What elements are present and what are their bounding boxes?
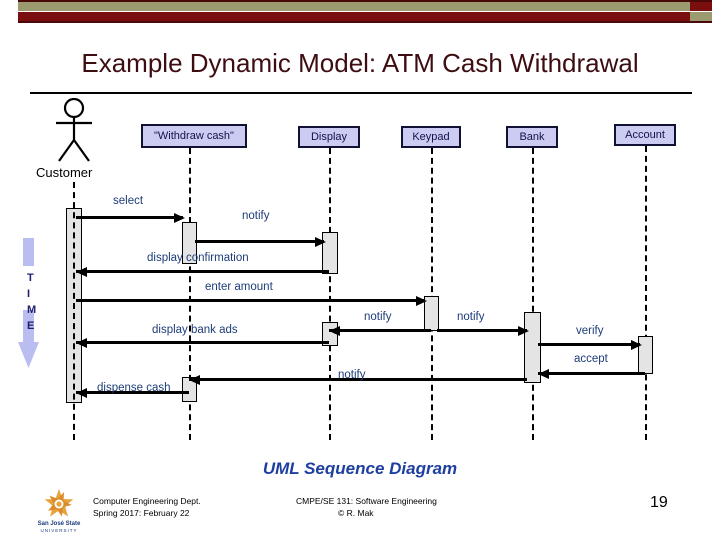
- message-arrowhead-display-bank-ads: [76, 337, 87, 348]
- message-label-display-bank-ads: display bank ads: [152, 324, 238, 336]
- message-label-notify-2: notify: [364, 311, 392, 323]
- object-box-label: "Withdraw cash": [154, 130, 234, 142]
- object-box-keypad[interactable]: Keypad: [401, 126, 461, 148]
- lifeline-keypad: [431, 148, 433, 440]
- message-label-notify-4: notify: [338, 369, 366, 381]
- lifeline-bank: [532, 148, 534, 440]
- object-box-account[interactable]: Account: [614, 124, 676, 146]
- actor-label-customer: Customer: [36, 165, 93, 180]
- object-box-label: Account: [625, 129, 665, 141]
- message-label-notify-1: notify: [242, 210, 270, 222]
- object-box-withdraw-cash[interactable]: "Withdraw cash": [141, 124, 247, 148]
- footer-author: © R. Mak: [338, 508, 374, 518]
- message-arrowhead-notify-1: [315, 236, 326, 247]
- message-line-accept: [538, 372, 645, 375]
- message-arrowhead-enter-amount: [416, 295, 427, 306]
- object-box-label: Bank: [519, 131, 545, 143]
- footer-department: Computer Engineering Dept.: [93, 496, 201, 506]
- message-label-display-confirmation: display confirmation: [147, 252, 249, 264]
- uml-sequence-diagram: Customer "Withdraw cash" Display Keypad Ban…: [0, 0, 720, 470]
- message-label-accept: accept: [574, 353, 608, 365]
- logo-text-secondary: UNIVERSITY: [40, 528, 78, 533]
- message-line-notify-3: [437, 329, 527, 332]
- message-label-select: select: [113, 195, 144, 207]
- message-arrowhead-notify-3: [518, 325, 529, 336]
- message-label-enter-amount: enter amount: [205, 281, 273, 293]
- footer-course: CMPE/SE 131: Software Engineering: [296, 496, 437, 506]
- lifeline-account: [645, 146, 647, 440]
- object-box-label: Display: [310, 131, 348, 143]
- message-arrowhead-accept: [538, 368, 549, 379]
- message-arrowhead-display-confirmation: [76, 266, 87, 277]
- message-arrowhead-verify: [631, 339, 642, 350]
- message-label-verify: verify: [576, 325, 604, 337]
- sjsu-logo-icon: [44, 489, 74, 517]
- message-line-display-bank-ads: [76, 341, 329, 344]
- slide-footer: San José State UNIVERSITY Computer Engin…: [0, 486, 720, 540]
- object-box-label: Keypad: [412, 131, 450, 143]
- time-letter-1: I: [27, 288, 31, 300]
- slide-number: 19: [650, 494, 668, 511]
- message-arrowhead-dispense-cash: [76, 387, 87, 398]
- message-line-notify-2: [329, 329, 431, 332]
- message-line-verify: [538, 343, 640, 346]
- object-box-display[interactable]: Display: [298, 126, 360, 148]
- message-label-notify-3: notify: [457, 311, 485, 323]
- actor-stick-figure-icon: [56, 98, 92, 162]
- object-box-bank[interactable]: Bank: [506, 126, 558, 148]
- diagram-caption: UML Sequence Diagram: [262, 459, 458, 478]
- footer-date: Spring 2017: February 22: [93, 508, 190, 518]
- message-arrowhead-notify-4: [189, 374, 200, 385]
- message-line-notify-1: [195, 240, 324, 243]
- message-line-select: [76, 216, 183, 219]
- time-letter-2: M: [27, 304, 37, 316]
- message-line-display-confirmation: [76, 270, 329, 273]
- logo-text-primary: San José State: [37, 521, 81, 527]
- lifeline-customer: [73, 182, 75, 440]
- message-arrowhead-notify-2: [329, 325, 340, 336]
- message-arrowhead-select: [174, 212, 185, 223]
- lifeline-display: [329, 148, 331, 440]
- message-label-dispense-cash: dispense cash: [97, 382, 171, 394]
- time-letter-0: T: [27, 272, 34, 284]
- time-letter-3: E: [27, 320, 35, 332]
- message-line-enter-amount: [76, 299, 425, 302]
